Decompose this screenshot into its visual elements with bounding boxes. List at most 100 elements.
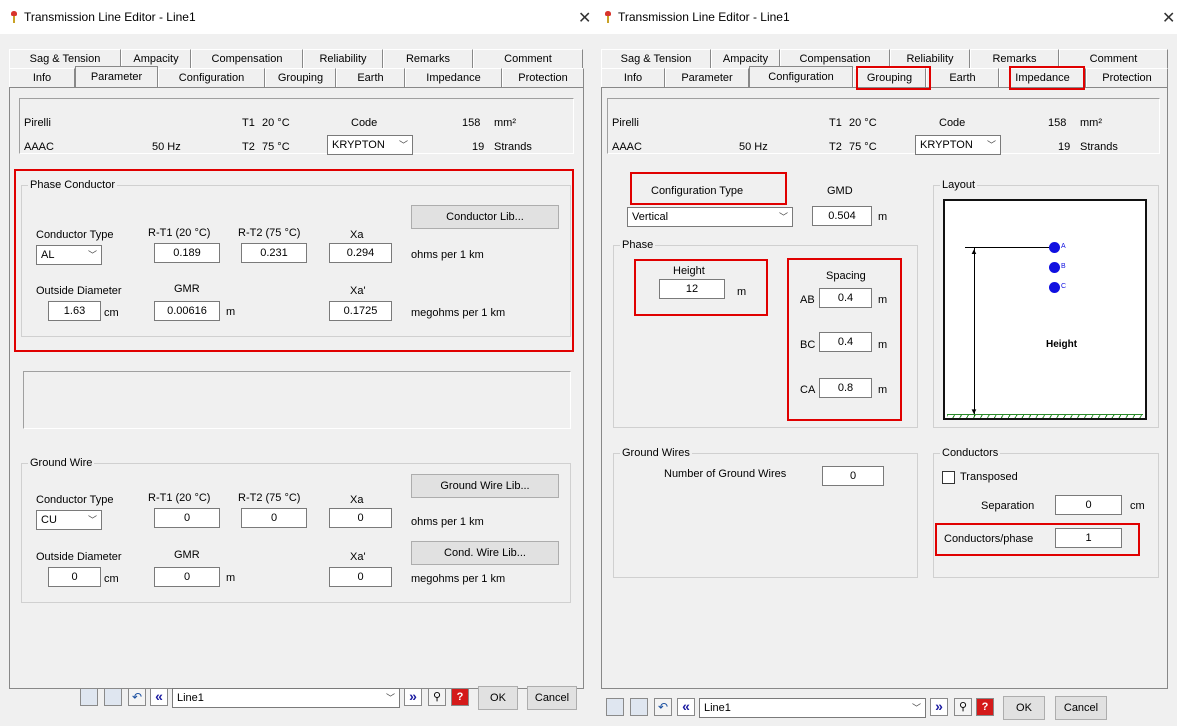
area-value: 158 <box>462 117 481 129</box>
tab-configuration[interactable]: Configuration <box>749 66 853 87</box>
tab-compensation[interactable]: Compensation <box>191 49 303 68</box>
ground-wire-lib-button[interactable]: Ground Wire Lib... <box>411 474 559 498</box>
tab-grouping[interactable]: Grouping <box>265 68 336 87</box>
binoculars-icon[interactable]: ⚲ <box>428 688 446 706</box>
ok-button[interactable]: OK <box>1003 696 1045 720</box>
make-label: Pirelli <box>612 117 639 129</box>
gmd-unit: m <box>878 211 888 223</box>
line-select[interactable]: Line1 ﹀ <box>172 688 400 708</box>
conductors-group: Conductors Transposed Separation 0 cm Co… <box>933 447 1159 578</box>
left-titlebar: Transmission Line Editor - Line1 ✕ <box>0 0 594 34</box>
copy-icon[interactable] <box>80 688 98 706</box>
line-select[interactable]: Line1 ﹀ <box>699 698 926 718</box>
layout-group: Layout ▲ ▼ A B C Height <box>933 179 1159 428</box>
app-icon <box>604 11 612 23</box>
tab-impedance[interactable]: Impedance <box>405 68 502 87</box>
previous-icon[interactable]: « <box>677 698 695 716</box>
undo-icon[interactable]: ↶ <box>654 698 672 716</box>
gw-conductor-type-value: CU <box>41 514 57 526</box>
number-ground-wires-label: Number of Ground Wires <box>664 468 787 480</box>
paste-icon[interactable] <box>630 698 648 716</box>
paste-icon[interactable] <box>104 688 122 706</box>
tab-comment[interactable]: Comment <box>473 49 583 68</box>
gw-xa-prime-field[interactable]: 0 <box>329 567 392 587</box>
notes-box <box>23 371 571 429</box>
tab-reliability[interactable]: Reliability <box>303 49 383 68</box>
tab-earth[interactable]: Earth <box>926 68 999 87</box>
configuration-type-select[interactable]: Vertical ﹀ <box>627 207 793 227</box>
type-label: AAAC <box>24 141 54 153</box>
gw-xa-label: Xa <box>350 494 364 506</box>
tab-remarks[interactable]: Remarks <box>383 49 473 68</box>
conductor-summary: Pirelli AAAC 50 Hz T1 20 °C T2 75 °C Cod… <box>19 98 574 155</box>
gw-xa-prime-label: Xa' <box>350 551 366 563</box>
undo-icon[interactable]: ↶ <box>128 688 146 706</box>
separation-unit: cm <box>1130 500 1145 512</box>
t1-value: 20 °C <box>262 117 290 129</box>
phase-b-label: B <box>1061 263 1066 270</box>
ground-wire-title: Ground Wire <box>28 457 95 469</box>
chevron-down-icon: ﹀ <box>87 515 97 525</box>
transposed-checkbox[interactable] <box>942 471 955 484</box>
tab-configuration[interactable]: Configuration <box>158 68 265 87</box>
gw-gmr-label: GMR <box>174 549 200 561</box>
tab-info[interactable]: Info <box>9 68 75 87</box>
layout-canvas: ▲ ▼ A B C Height <box>943 199 1147 420</box>
gw-conductor-type-select[interactable]: CU ﹀ <box>36 510 102 530</box>
number-ground-wires-field[interactable]: 0 <box>822 466 884 486</box>
conductors-title: Conductors <box>940 447 1001 459</box>
next-icon[interactable]: » <box>930 698 948 716</box>
tab-protection[interactable]: Protection <box>502 68 584 87</box>
tab-parameter[interactable]: Parameter <box>665 68 749 87</box>
phase-title: Phase <box>620 239 656 251</box>
t1-label: T1 <box>242 117 255 129</box>
gw-ohms-unit: ohms per 1 km <box>411 516 484 528</box>
t2-label: T2 <box>829 141 842 153</box>
ground-wires-group: Ground Wires Number of Ground Wires 0 <box>613 447 918 578</box>
tab-sag-tension[interactable]: Sag & Tension <box>601 49 711 68</box>
gw-cm-unit: cm <box>104 573 119 585</box>
line-select-value: Line1 <box>704 702 731 714</box>
strands-value: 19 <box>1058 141 1071 153</box>
phase-c-label: C <box>1061 283 1067 290</box>
cancel-button[interactable]: Cancel <box>527 686 577 710</box>
window-title: Transmission Line Editor - Line1 <box>24 10 196 24</box>
tab-parameter[interactable]: Parameter <box>75 66 158 87</box>
phase-conductor-highlight <box>14 169 574 352</box>
make-label: Pirelli <box>24 117 51 129</box>
help-icon[interactable]: ? <box>451 688 469 706</box>
ground-wires-title: Ground Wires <box>620 447 692 459</box>
chevron-down-icon: ﹀ <box>986 140 996 150</box>
type-label: AAAC <box>612 141 642 153</box>
gw-xa-field[interactable]: 0 <box>329 508 392 528</box>
separation-field[interactable]: 0 <box>1055 495 1122 515</box>
gw-gmr-field[interactable]: 0 <box>154 567 220 587</box>
tab-info[interactable]: Info <box>601 68 665 87</box>
binoculars-icon[interactable]: ⚲ <box>954 698 972 716</box>
gmd-field[interactable]: 0.504 <box>812 206 872 226</box>
height-diagram-label: Height <box>1046 339 1078 350</box>
code-select[interactable]: KRYPTON ﹀ <box>915 135 1001 155</box>
help-icon[interactable]: ? <box>976 698 994 716</box>
phase-a-dot <box>1049 242 1060 253</box>
height-arrow-top: ▲ <box>970 247 978 256</box>
cancel-button[interactable]: Cancel <box>1055 696 1107 720</box>
conductor-summary: Pirelli AAAC 50 Hz T1 20 °C T2 75 °C Cod… <box>607 98 1160 155</box>
gw-rt2-field[interactable]: 0 <box>241 508 307 528</box>
separation-label: Separation <box>981 500 1035 512</box>
tab-protection[interactable]: Protection <box>1086 68 1168 87</box>
next-icon[interactable]: » <box>404 688 422 706</box>
gw-conductor-type-label: Conductor Type <box>36 494 114 506</box>
ok-button[interactable]: OK <box>478 686 518 710</box>
previous-icon[interactable]: « <box>150 688 168 706</box>
gw-rt1-field[interactable]: 0 <box>154 508 220 528</box>
cond-wire-lib-button[interactable]: Cond. Wire Lib... <box>411 541 559 565</box>
gw-outside-diameter-field[interactable]: 0 <box>48 567 101 587</box>
code-label: Code <box>939 117 966 129</box>
code-select[interactable]: KRYPTON ﹀ <box>327 135 413 155</box>
area-unit: mm² <box>1080 117 1102 129</box>
copy-icon[interactable] <box>606 698 624 716</box>
close-icon[interactable]: ✕ <box>578 8 591 28</box>
close-icon[interactable]: ✕ <box>1162 8 1175 28</box>
tab-earth[interactable]: Earth <box>336 68 405 87</box>
